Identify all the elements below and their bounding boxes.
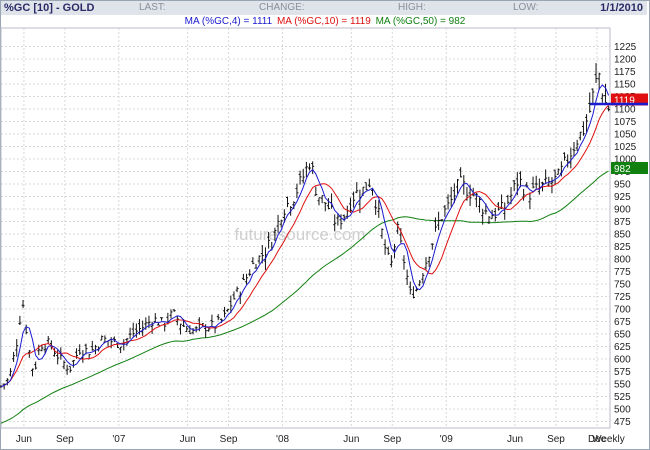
y-tick-label: 500 <box>614 405 631 416</box>
y-tick-label: 1150 <box>614 80 636 91</box>
y-tick-label: 1175 <box>614 67 636 78</box>
watermark: futuresource.com <box>234 225 365 244</box>
y-tick-label: 875 <box>614 217 631 228</box>
x-tick-label: '09 <box>440 434 453 445</box>
y-tick-label: 550 <box>614 380 631 391</box>
y-tick-label: 775 <box>614 267 631 278</box>
y-tick-label: 1225 <box>614 42 637 53</box>
x-tick-label: Sep <box>220 434 238 445</box>
y-tick-label: 1200 <box>614 55 637 66</box>
x-tick-label: Sep <box>383 434 401 445</box>
x-tick-label: Sep <box>56 434 74 445</box>
x-tick-label: '08 <box>276 434 289 445</box>
y-tick-label: 625 <box>614 342 631 353</box>
y-tick-label: 750 <box>614 280 631 291</box>
x-tick-label: Weekly <box>592 434 625 445</box>
y-tick-label: 1075 <box>614 117 637 128</box>
x-tick-label: Jun <box>16 434 32 445</box>
y-tick-label: 950 <box>614 180 631 191</box>
y-tick-label: 925 <box>614 192 631 203</box>
price-chart: 4755005255505756006256506757007257507758… <box>0 27 648 445</box>
y-tick-label: 800 <box>614 255 631 266</box>
y-tick-label: 675 <box>614 317 631 328</box>
y-tick-label: 1025 <box>614 142 637 153</box>
y-tick-label: 525 <box>614 392 631 403</box>
y-tick-label: 700 <box>614 305 631 316</box>
x-tick-label: '07 <box>112 434 125 445</box>
y-tick-label: 725 <box>614 292 631 303</box>
x-tick-label: Jun <box>507 434 523 445</box>
y-tick-label: 1050 <box>614 130 637 141</box>
x-tick-label: Jun <box>180 434 196 445</box>
x-tick-label: Sep <box>547 434 565 445</box>
y-tick-label: 475 <box>614 417 631 428</box>
y-tick-label: 650 <box>614 330 631 341</box>
y-tick-label: 575 <box>614 367 631 378</box>
ma50-marker-label: 982 <box>614 164 631 175</box>
y-tick-label: 825 <box>614 242 631 253</box>
x-tick-label: Jun <box>343 434 359 445</box>
y-tick-label: 600 <box>614 355 631 366</box>
y-tick-label: 900 <box>614 205 631 216</box>
y-tick-label: 850 <box>614 230 631 241</box>
